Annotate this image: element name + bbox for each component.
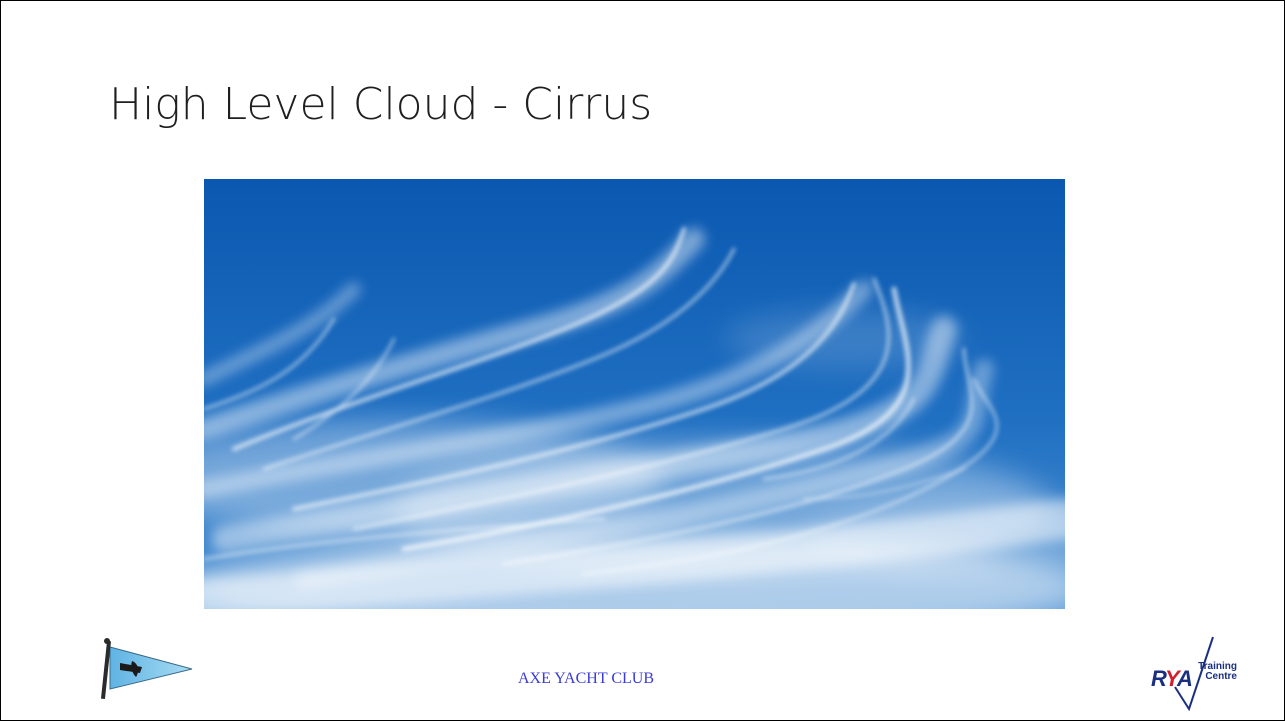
rya-centre-label: Centre (1205, 671, 1237, 682)
cirrus-cloud-image (204, 179, 1065, 609)
footer-club-name: AXE YACHT CLUB (517, 670, 654, 687)
rya-training-centre-text: Training Centre (1189, 662, 1237, 682)
slide: High Level Cloud - Cirrus AXE YACHT CLUB… (0, 0, 1285, 721)
cirrus-cloud-photo (204, 179, 1065, 609)
slide-title: High Level Cloud - Cirrus (109, 79, 653, 130)
axe-yacht-club-burgee-logo (100, 638, 193, 700)
